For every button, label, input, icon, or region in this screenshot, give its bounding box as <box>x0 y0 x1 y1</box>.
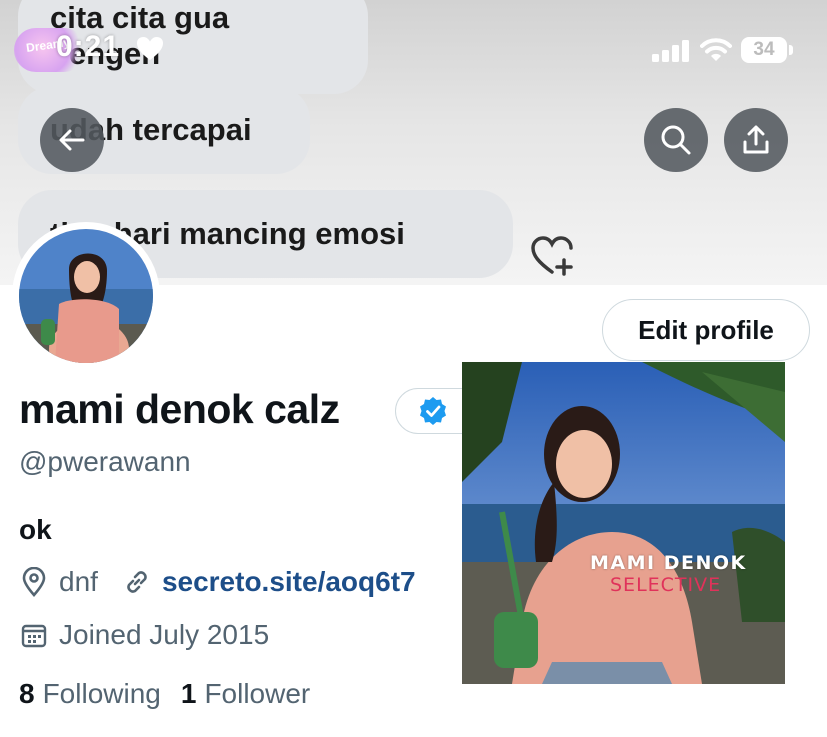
followers-count: 1 <box>180 678 197 709</box>
following-link[interactable]: 8 Following <box>19 678 181 710</box>
share-icon <box>743 125 769 154</box>
promo-subtitle: SELECTIVE <box>610 574 722 596</box>
battery-level: 34 <box>753 39 775 60</box>
link-icon <box>127 571 147 593</box>
back-button[interactable] <box>40 108 104 172</box>
avatar-photo <box>19 229 153 363</box>
profile-link[interactable]: secreto.site/aoq6t7 <box>162 566 416 598</box>
promo-photo <box>462 362 785 684</box>
battery-tip <box>789 45 793 55</box>
arrow-left-icon <box>59 129 85 151</box>
following-count: 8 <box>19 678 35 709</box>
joined-row: Joined July 2015 <box>19 619 269 651</box>
bio-text: ok <box>19 514 52 545</box>
promo-title: MAMI DENOK <box>590 552 747 574</box>
verified-icon <box>420 397 446 425</box>
heart-icon <box>137 37 163 60</box>
status-time: 0:21 <box>56 30 121 63</box>
signal-icon <box>652 40 689 62</box>
following-label: Following <box>42 678 161 709</box>
heart-plus-icon <box>531 236 573 276</box>
display-name: mami denok calz <box>19 386 340 432</box>
follow-stats: 8 Following 1 Follower <box>19 678 330 710</box>
location-text: dnf <box>59 566 98 597</box>
avatar[interactable] <box>19 229 153 363</box>
followers-label: Follower <box>204 678 311 709</box>
share-button[interactable] <box>724 108 788 172</box>
search-button[interactable] <box>644 108 708 172</box>
battery-indicator: 34 <box>741 37 787 63</box>
joined-date: Joined July 2015 <box>59 619 270 650</box>
promo-image: MAMI DENOK SELECTIVE <box>462 362 785 684</box>
search-icon <box>661 125 691 155</box>
user-handle: @pwerawann <box>19 446 191 477</box>
edit-profile-button[interactable]: Edit profile <box>602 299 810 361</box>
followers-link[interactable]: 1 Follower <box>181 678 330 710</box>
wifi-icon <box>700 38 732 61</box>
location-pin-icon <box>22 567 46 597</box>
profile-meta-row: dnf secreto.site/aoq6t7 <box>19 566 416 598</box>
calendar-icon <box>21 624 47 648</box>
